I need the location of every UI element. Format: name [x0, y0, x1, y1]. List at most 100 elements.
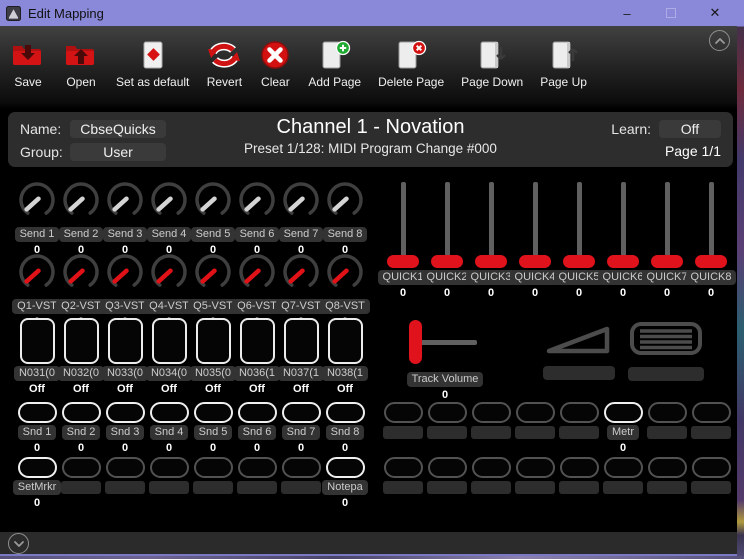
slider-quick8[interactable] [689, 180, 733, 268]
pill-button[interactable] [471, 457, 511, 478]
note-pad-button[interactable] [63, 318, 99, 364]
group-input[interactable]: User [70, 142, 166, 161]
name-input[interactable]: CbseQuicks [70, 119, 166, 138]
pill-button[interactable] [237, 457, 277, 478]
knob-send-4[interactable] [149, 180, 189, 225]
knob-q6-vst[interactable] [237, 252, 277, 297]
expression-control[interactable] [543, 322, 615, 380]
knob-send-8[interactable] [325, 180, 365, 225]
pill-button[interactable] [193, 402, 233, 423]
slider-handle[interactable] [607, 255, 639, 268]
note-pad-button[interactable] [151, 318, 187, 364]
pill-button[interactable] [61, 457, 101, 478]
slider-handle[interactable] [519, 255, 551, 268]
knob-q5-vst[interactable] [193, 252, 233, 297]
pill-button[interactable] [149, 402, 189, 423]
pill-button[interactable] [427, 402, 467, 423]
control-value: 0 [441, 389, 449, 401]
slider-quick5[interactable] [557, 180, 601, 268]
knob-send-3[interactable] [105, 180, 145, 225]
toolbar-label: Clear [261, 75, 290, 89]
knob-send-7[interactable] [281, 180, 321, 225]
pill-button[interactable] [325, 402, 365, 423]
pill-button[interactable] [515, 402, 555, 423]
knob-q1-vst[interactable] [17, 252, 57, 297]
pill-button[interactable] [383, 457, 423, 478]
toolbar-page-down-button[interactable]: Page Down [461, 38, 523, 89]
slider-quick4[interactable] [513, 180, 557, 268]
toolbar-delete-page-button[interactable]: Delete Page [378, 38, 444, 89]
control-value: Off [205, 383, 221, 395]
note-pad-button[interactable] [107, 318, 143, 364]
learn-toggle[interactable]: Off [659, 119, 721, 138]
note-pad-button[interactable] [283, 318, 319, 364]
note-pad-button[interactable] [327, 318, 363, 364]
knob-send-5[interactable] [193, 180, 233, 225]
pill-button[interactable] [691, 457, 731, 478]
slider-quick3[interactable] [469, 180, 513, 268]
knob-send-2[interactable] [61, 180, 101, 225]
slider-handle[interactable] [651, 255, 683, 268]
pill-button[interactable] [281, 457, 321, 478]
toolbar-revert-button[interactable]: Revert [206, 38, 242, 89]
maximize-button[interactable] [649, 0, 693, 26]
pill-button[interactable] [603, 457, 643, 478]
expand-bottom-button[interactable] [8, 533, 29, 554]
knob-send-6[interactable] [237, 180, 277, 225]
toolbar-set-default-button[interactable]: Set as default [116, 38, 189, 89]
knob-q3-vst[interactable] [105, 252, 145, 297]
slider-quick2[interactable] [425, 180, 469, 268]
note-pad-button[interactable] [239, 318, 275, 364]
minimize-button[interactable]: – [605, 0, 649, 26]
slider-quick6[interactable] [601, 180, 645, 268]
knob-send-1[interactable] [17, 180, 57, 225]
pill-button[interactable] [603, 402, 643, 423]
slider-quick7[interactable] [645, 180, 689, 268]
pill-button[interactable] [281, 402, 321, 423]
slider-handle[interactable] [695, 255, 727, 268]
pill-button[interactable] [17, 402, 57, 423]
slider-handle[interactable] [387, 255, 419, 268]
toolbar-open-button[interactable]: Open [63, 38, 99, 89]
pill-button[interactable] [105, 402, 145, 423]
note-pad-button[interactable] [19, 318, 55, 364]
slider-quick1[interactable] [381, 180, 425, 268]
pill-button[interactable] [691, 402, 731, 423]
knob-q4-vst[interactable] [149, 252, 189, 297]
slider-handle[interactable] [475, 255, 507, 268]
slider-handle[interactable] [431, 255, 463, 268]
pill-button[interactable] [515, 457, 555, 478]
track-volume-slider[interactable] [401, 320, 489, 368]
pill-button[interactable] [61, 402, 101, 423]
knob-cell: Send 10 [14, 180, 60, 256]
control-label: Q7-VST [276, 299, 326, 314]
lines-panel-control[interactable] [628, 320, 704, 381]
collapse-toolbar-button[interactable] [709, 30, 730, 51]
pill-button[interactable] [193, 457, 233, 478]
pill-button[interactable] [427, 457, 467, 478]
snd-button-row: Snd 1 0 Snd 2 0 Snd 3 0 Snd 4 0 Snd 5 0 Snd 6 0 Snd … [15, 402, 367, 454]
pill-button[interactable] [647, 402, 687, 423]
pill-button[interactable] [559, 457, 599, 478]
toolbar-clear-button[interactable]: Clear [259, 38, 291, 89]
pill-button[interactable] [325, 457, 365, 478]
pill-button[interactable] [105, 457, 145, 478]
pill-button[interactable] [383, 402, 423, 423]
pill-button[interactable] [647, 457, 687, 478]
knob-q8-vst[interactable] [325, 252, 365, 297]
pill-button[interactable] [559, 402, 599, 423]
toolbar-page-up-button[interactable]: Page Up [540, 38, 587, 89]
knob-q7-vst[interactable] [281, 252, 321, 297]
pill-button[interactable] [237, 402, 277, 423]
slider-handle[interactable] [563, 255, 595, 268]
toolbar-add-page-button[interactable]: Add Page [308, 38, 361, 89]
control-label: N035(0 [189, 366, 237, 381]
knob-q2-vst[interactable] [61, 252, 101, 297]
pill-button[interactable] [471, 402, 511, 423]
pill-button[interactable] [17, 457, 57, 478]
slider-handle[interactable] [409, 320, 422, 364]
pill-button[interactable] [149, 457, 189, 478]
note-pad-button[interactable] [195, 318, 231, 364]
close-button[interactable]: ✕ [693, 0, 737, 26]
toolbar-save-button[interactable]: Save [10, 38, 46, 89]
